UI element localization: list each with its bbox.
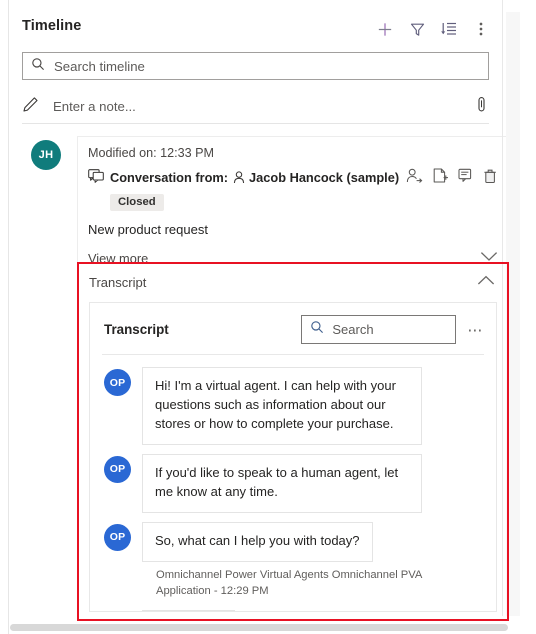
modified-on-label: Modified on: 12:33 PM	[88, 146, 215, 160]
entry-subject: New product request	[88, 222, 208, 237]
transcript-section: Transcript Transcript Search ⋯ OP Hi! I'…	[79, 264, 507, 619]
timeline-header-actions	[370, 14, 496, 44]
vertical-scrollbar[interactable]	[506, 12, 520, 616]
message-bubble: So, what can I help you with today?	[142, 521, 373, 562]
sort-icon[interactable]	[434, 14, 464, 44]
timeline-header: Timeline	[9, 14, 502, 48]
contact-name-link[interactable]: Jacob Hancock (sample)	[249, 170, 399, 185]
message-bubble: Store hours	[142, 609, 236, 611]
assign-icon[interactable]	[406, 168, 423, 187]
transcript-search-input[interactable]: Search	[301, 315, 457, 344]
transcript-section-label: Transcript	[89, 274, 147, 290]
transcript-section-header[interactable]: Transcript	[79, 264, 507, 299]
pencil-icon	[22, 96, 39, 118]
avatar: OP	[104, 369, 131, 396]
chevron-up-icon[interactable]	[477, 273, 495, 291]
transcript-search-placeholder: Search	[332, 322, 374, 337]
list-item: OP Hi! I'm a virtual agent. I can help w…	[104, 367, 484, 445]
transcript-card-header: Transcript Search ⋯	[90, 303, 496, 354]
panel-right-divider	[502, 0, 503, 616]
message-meta: Omnichannel Power Virtual Agents Omnicha…	[156, 568, 422, 597]
status-badge-row: Closed	[110, 192, 498, 211]
delete-icon[interactable]	[483, 168, 498, 187]
avatar: JH	[31, 140, 61, 170]
message-bubble: Hi! I'm a virtual agent. I can help with…	[142, 367, 422, 445]
transcript-card-title: Transcript	[104, 322, 169, 337]
filter-icon[interactable]	[402, 14, 432, 44]
timeline-entry-card[interactable]: Modified on: 12:33 PM Conversation from:	[77, 136, 509, 276]
search-icon	[310, 320, 324, 339]
page-title: Timeline	[22, 18, 82, 34]
status-badge: Closed	[110, 194, 164, 211]
conversation-record-row: Conversation from: Jacob Hancock (sample…	[88, 167, 498, 187]
note-divider	[22, 123, 489, 124]
avatar: OP	[104, 455, 131, 483]
convert-to-case-icon[interactable]	[432, 167, 449, 187]
entry-action-icons	[406, 167, 498, 187]
enter-note-row[interactable]: Enter a note...	[22, 90, 489, 123]
transcript-card: Transcript Search ⋯ OP Hi! I'm a virtual…	[89, 302, 497, 612]
add-note-icon[interactable]	[458, 168, 474, 186]
list-item: CU Store hours	[104, 609, 484, 611]
enter-note-placeholder: Enter a note...	[53, 99, 136, 114]
search-timeline-placeholder: Search timeline	[54, 58, 145, 74]
avatar: OP	[104, 523, 131, 551]
conversation-icon	[88, 168, 104, 186]
timeline-panel-screenshot: Timeline Search timeline Enter a note...…	[0, 0, 536, 634]
add-icon[interactable]	[370, 14, 400, 44]
list-item: OP So, what can I help you with today?	[104, 521, 484, 562]
ellipsis-horizontal-icon[interactable]: ⋯	[467, 321, 484, 339]
search-timeline-input[interactable]: Search timeline	[22, 52, 489, 80]
message-bubble: If you'd like to speak to a human agent,…	[142, 453, 422, 513]
paperclip-icon[interactable]	[474, 96, 489, 118]
transcript-message-list: OP Hi! I'm a virtual agent. I can help w…	[90, 355, 496, 611]
timeline-panel: Timeline Search timeline Enter a note...…	[9, 0, 509, 634]
list-item: OP If you'd like to speak to a human age…	[104, 453, 484, 513]
person-icon	[233, 170, 245, 184]
search-icon	[31, 57, 45, 76]
more-vertical-icon[interactable]	[466, 14, 496, 44]
conversation-from-label: Conversation from:	[110, 169, 229, 185]
horizontal-scrollbar[interactable]	[10, 624, 508, 631]
